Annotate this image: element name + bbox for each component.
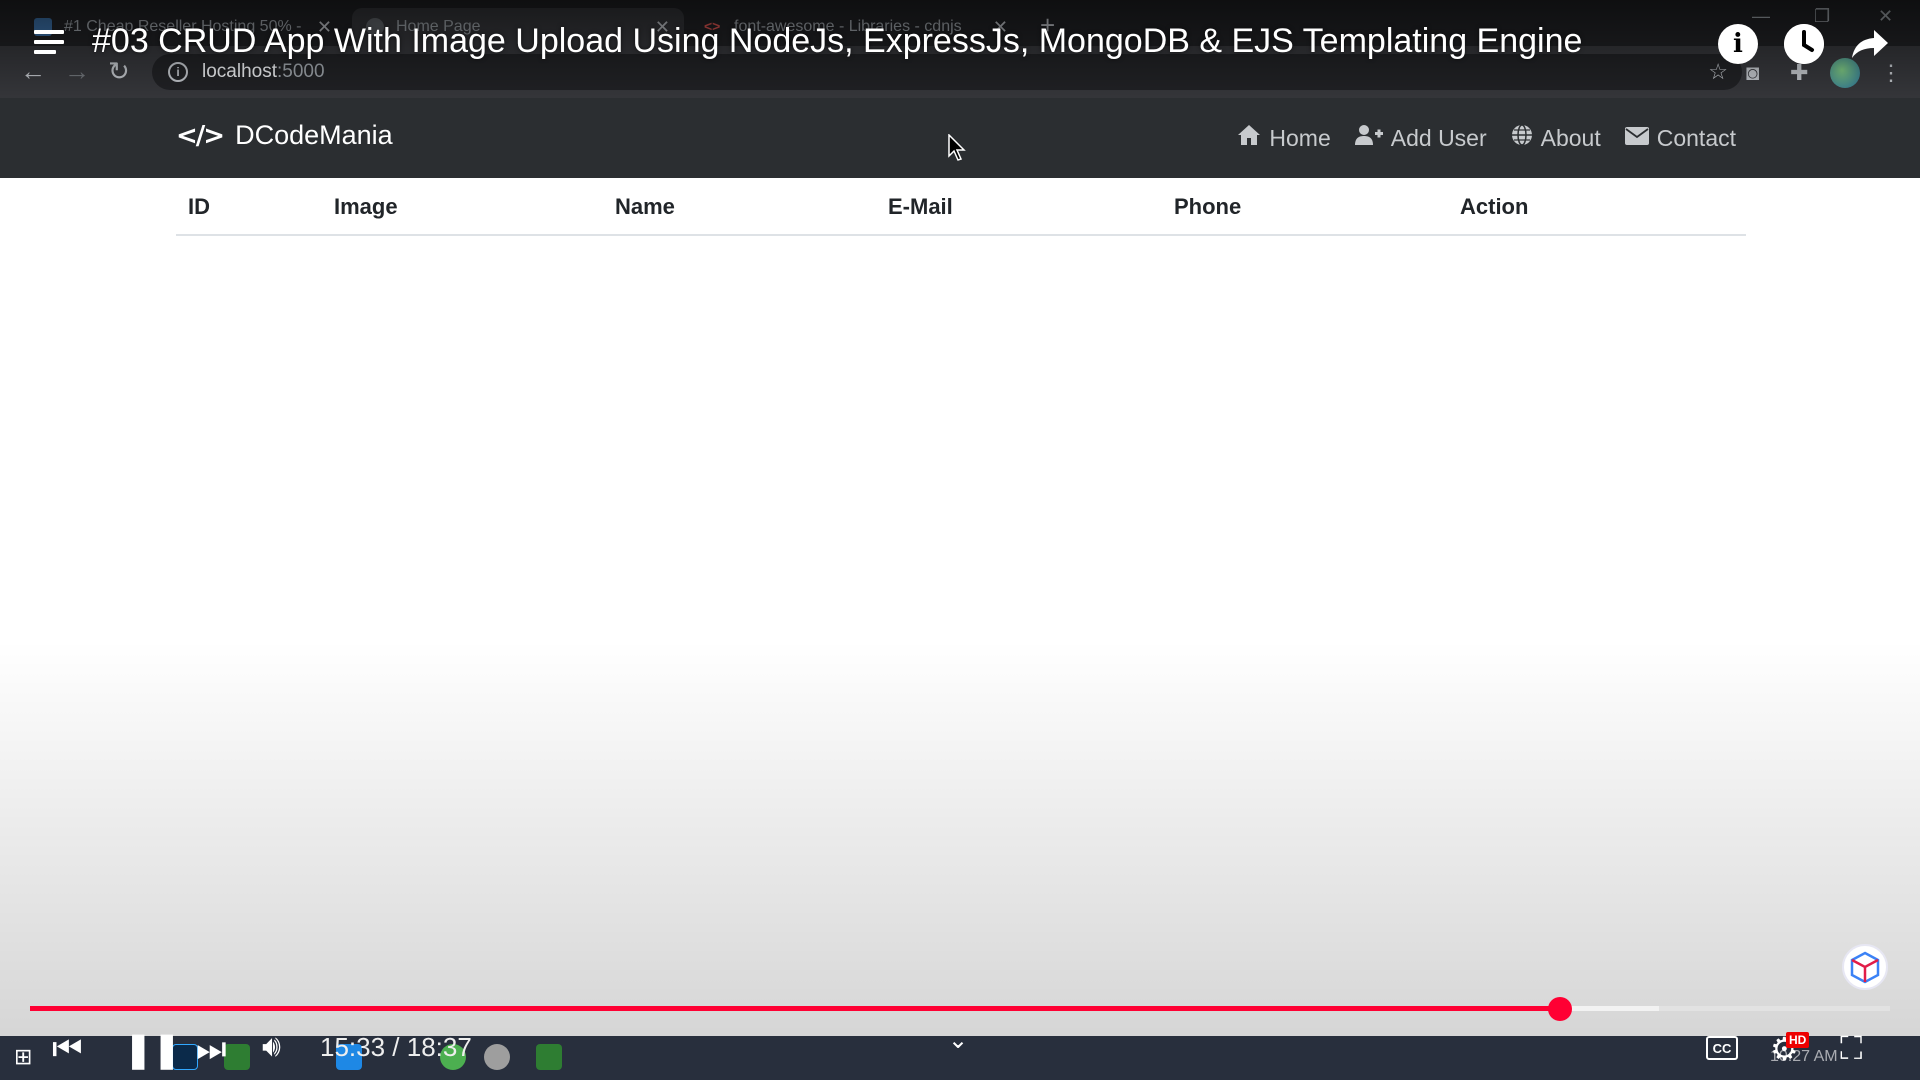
nav-home-link[interactable]: Home <box>1237 124 1331 152</box>
playlist-menu-icon[interactable] <box>34 30 64 60</box>
site-info-icon[interactable]: i <box>168 62 188 82</box>
nav-add-user-link[interactable]: Add User <box>1354 124 1487 152</box>
current-time: 15:33 <box>320 1032 386 1062</box>
chevron-down-icon[interactable]: ⌄ <box>948 1026 968 1055</box>
info-icon[interactable]: i <box>1718 24 1758 64</box>
progress-bar[interactable] <box>30 997 1890 1021</box>
app-icon[interactable] <box>484 1044 510 1070</box>
nav-label: Contact <box>1656 124 1736 151</box>
exit-fullscreen-icon[interactable]: ⛶ <box>1840 1030 1862 1068</box>
watch-later-icon[interactable] <box>1784 24 1824 64</box>
column-header-image: Image <box>322 178 603 236</box>
table-header-row: ID Image Name E-Mail Phone Action <box>176 178 1746 236</box>
brand[interactable]: </> DCodeMania <box>176 120 393 151</box>
windows-start-icon[interactable]: ⊞ <box>14 1044 40 1070</box>
nav-contact-link[interactable]: Contact <box>1624 124 1736 152</box>
share-icon[interactable] <box>1850 24 1890 64</box>
minimize-icon[interactable]: — <box>1752 6 1770 27</box>
app-icon[interactable] <box>224 1044 250 1070</box>
bookmark-star-icon[interactable]: ☆ <box>1708 59 1728 85</box>
envelope-icon <box>1624 125 1649 151</box>
url-port: :5000 <box>277 61 325 82</box>
progress-played <box>30 1006 1561 1011</box>
column-header-action: Action <box>1448 178 1746 236</box>
video-title[interactable]: #03 CRUD App With Image Upload Using Nod… <box>92 22 1582 61</box>
captions-button[interactable]: CC <box>1706 1036 1738 1060</box>
cube-logo-icon[interactable] <box>1842 944 1888 990</box>
nav-label: About <box>1540 124 1601 151</box>
column-header-name: Name <box>603 178 876 236</box>
globe-icon <box>1511 124 1533 152</box>
column-header-id: ID <box>176 178 322 236</box>
user-plus-icon <box>1354 124 1383 152</box>
progress-scrubber[interactable] <box>1548 997 1573 1021</box>
video-gradient-overlay <box>0 640 1920 1080</box>
users-table: ID Image Name E-Mail Phone Action <box>176 178 1746 236</box>
column-header-email: E-Mail <box>876 178 1162 236</box>
app-icon[interactable] <box>536 1044 562 1070</box>
time-display: 15:33 / 18:37 <box>320 1032 472 1063</box>
next-icon[interactable]: ⏭ <box>196 1030 227 1069</box>
hd-badge: HD <box>1786 1032 1810 1048</box>
home-icon <box>1237 124 1261 152</box>
mouse-cursor-icon <box>948 133 966 167</box>
forward-icon[interactable]: → <box>64 58 90 84</box>
column-header-phone: Phone <box>1162 178 1448 236</box>
nav-label: Add User <box>1390 124 1487 151</box>
url-host: localhost <box>202 61 277 82</box>
users-table-container: ID Image Name E-Mail Phone Action <box>176 178 1746 236</box>
nav-about-link[interactable]: About <box>1511 124 1601 152</box>
volume-icon[interactable]: 🔊︎ <box>262 1030 281 1064</box>
brand-name: DCodeMania <box>235 120 393 150</box>
nav-label: Home <box>1269 124 1331 151</box>
back-icon[interactable]: ← <box>20 58 46 84</box>
previous-icon[interactable]: ⏮ <box>52 1030 83 1069</box>
reload-icon[interactable]: ↻ <box>108 58 130 84</box>
pause-icon[interactable]: ❚❚ <box>124 1030 181 1070</box>
duration: 18:37 <box>406 1032 472 1062</box>
camera-icon[interactable]: ◙ <box>1746 60 1759 86</box>
code-icon: </> <box>176 120 225 151</box>
time-separator: / <box>385 1032 407 1062</box>
nav-links: Home Add User About Contact <box>1237 124 1736 152</box>
